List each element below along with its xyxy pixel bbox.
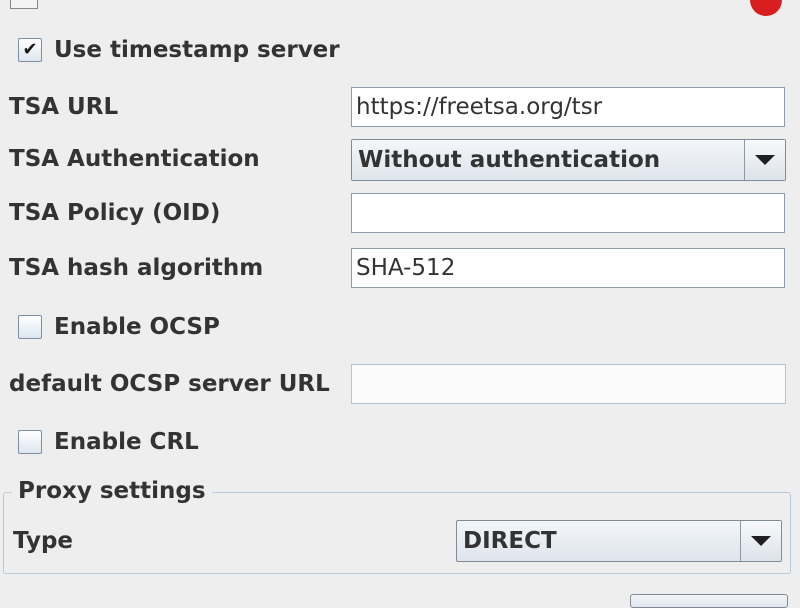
tsa-authentication-select[interactable]: Without authentication (351, 139, 786, 181)
tsa-url-label: TSA URL (9, 94, 119, 120)
tsa-policy-label: TSA Policy (OID) (9, 200, 221, 226)
ocsp-server-url-input[interactable] (351, 364, 786, 404)
tsa-url-input[interactable]: https://freetsa.org/tsr (351, 87, 785, 127)
enable-ocsp-checkbox[interactable] (18, 315, 42, 339)
proxy-type-select[interactable]: DIRECT (456, 520, 782, 562)
app-icon (10, 0, 38, 9)
proxy-type-label: Type (13, 528, 74, 554)
tsa-hash-algorithm-input[interactable]: SHA-512 (351, 248, 785, 288)
check-mark-icon: ✔ (22, 39, 38, 60)
enable-crl-label: Enable CRL (54, 429, 199, 455)
tsa-hash-algorithm-label: TSA hash algorithm (9, 255, 264, 281)
proxy-type-dropdown-button[interactable] (740, 521, 781, 561)
tsa-hash-algorithm-value: SHA-512 (356, 255, 456, 281)
enable-ocsp-label: Enable OCSP (54, 314, 220, 340)
tsa-authentication-label: TSA Authentication (9, 146, 260, 172)
dialog-button-partial[interactable] (630, 594, 788, 608)
proxy-settings-title: Proxy settings (12, 478, 212, 504)
chevron-down-icon (751, 536, 771, 546)
enable-crl-checkbox[interactable] (18, 430, 42, 454)
use-timestamp-server-checkbox[interactable]: ✔ (18, 38, 42, 62)
tsa-authentication-dropdown-button[interactable] (744, 140, 785, 180)
tsa-policy-input[interactable] (351, 193, 785, 233)
use-timestamp-server-label: Use timestamp server (54, 37, 340, 63)
title-bar (0, 0, 800, 16)
proxy-type-value: DIRECT (463, 528, 557, 554)
tsa-authentication-value: Without authentication (358, 147, 661, 173)
enable-crl-row[interactable]: Enable CRL (18, 427, 199, 457)
enable-ocsp-row[interactable]: Enable OCSP (18, 312, 220, 342)
tsa-url-value: https://freetsa.org/tsr (356, 94, 603, 120)
chevron-down-icon (755, 155, 775, 165)
close-icon[interactable] (750, 0, 782, 16)
use-timestamp-server-row[interactable]: ✔ Use timestamp server (18, 35, 340, 65)
ocsp-server-url-label: default OCSP server URL (9, 371, 330, 397)
